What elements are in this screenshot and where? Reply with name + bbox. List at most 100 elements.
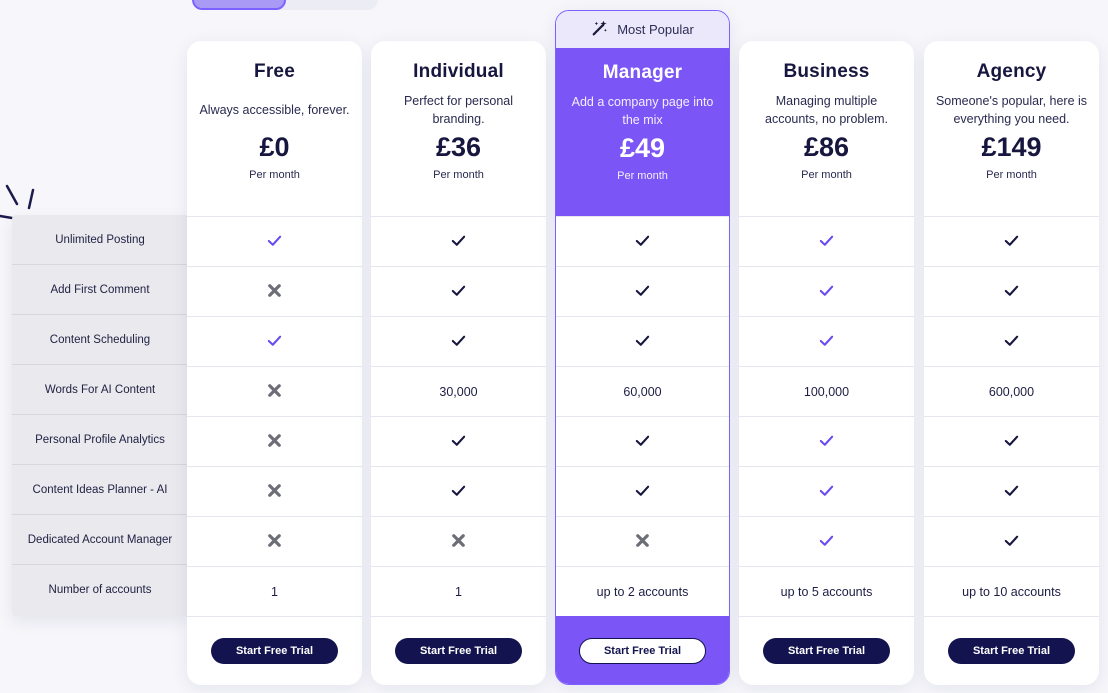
feature-value: up to 2 accounts [556,566,729,616]
plan-header: Agency Someone's popular, here is everyth… [924,41,1099,216]
check-icon [266,332,283,352]
check-icon [450,232,467,252]
feature-label: Unlimited Posting [12,215,188,265]
cross-icon [634,532,651,552]
magic-wand-icon [591,19,609,40]
feature-value [924,316,1099,366]
feature-value [556,516,729,566]
plan-price: £0 [259,132,290,162]
check-icon [818,532,835,552]
feature-value [924,466,1099,516]
check-icon [450,332,467,352]
feature-value: 1 [371,566,546,616]
check-icon [818,232,835,252]
check-icon [1003,532,1020,552]
plan-period: Per month [801,169,852,181]
plan-card-agency: Agency Someone's popular, here is everyth… [924,41,1099,685]
feature-value [187,316,362,366]
plan-name: Business [783,61,870,82]
feature-label: Number of accounts [48,584,152,596]
plan-period: Per month [617,170,668,182]
most-popular-label: Most Popular [617,22,694,37]
plan-name: Manager [602,62,683,83]
feature-value [371,266,546,316]
feature-label: Personal Profile Analytics [12,415,188,465]
feature-value [739,466,914,516]
feature-value [924,516,1099,566]
plan-description: Add a company page into the mix [571,95,714,127]
start-free-trial-button[interactable]: Start Free Trial [948,637,1075,664]
plan-card-individual: Individual Perfect for personal branding.… [371,41,546,685]
plan-card-manager: Most Popular Manager Add a company page in… [555,10,730,685]
feature-value [371,516,546,566]
check-icon [1003,282,1020,302]
plan-description: Someone's popular, here is everything yo… [935,94,1088,126]
feature-value: 600,000 [924,366,1099,416]
feature-value [924,216,1099,266]
feature-value [556,466,729,516]
feature-label: Add First Comment [12,265,188,315]
plan-header: Free Always accessible, forever. £0 Per mon… [187,41,362,216]
feature-value [187,516,362,566]
feature-value: 30,000 [371,366,546,416]
cross-icon [266,282,283,302]
feature-value [187,416,362,466]
plan-header: Manager Add a company page into the mix £4… [556,48,729,216]
feature-value [187,266,362,316]
plan-name: Free [254,61,295,82]
cross-icon [266,532,283,552]
plan-description: Managing multiple accounts, no problem. [765,94,888,126]
check-icon [818,432,835,452]
billing-toggle[interactable] [192,0,378,10]
feature-value [739,416,914,466]
check-icon [1003,432,1020,452]
start-free-trial-button[interactable]: Start Free Trial [395,637,522,664]
feature-value [556,216,729,266]
feature-value [556,416,729,466]
check-icon [634,332,651,352]
cross-icon [266,432,283,452]
plan-footer: Start Free Trial [924,616,1099,684]
start-free-trial-button[interactable]: Start Free Trial [211,637,338,664]
check-icon [634,432,651,452]
plan-period: Per month [433,169,484,181]
feature-value [371,416,546,466]
feature-value [739,216,914,266]
start-free-trial-button[interactable]: Start Free Trial [579,637,706,664]
check-icon [1003,232,1020,252]
check-icon [450,432,467,452]
plan-header: Business Managing multiple accounts, no p… [739,41,914,216]
feature-value: 100,000 [739,366,914,416]
plan-card-business: Business Managing multiple accounts, no p… [739,41,914,685]
feature-value: 1 [187,566,362,616]
plan-price: £86 [803,132,850,162]
plan-footer: Start Free Trial [371,616,546,684]
check-icon [818,482,835,502]
plan-price: £149 [981,132,1042,162]
feature-label: Content Ideas Planner - AI [12,465,188,515]
feature-value [371,466,546,516]
plan-price: £36 [435,132,482,162]
plan-card-free: Free Always accessible, forever. £0 Per mon… [187,41,362,685]
check-icon [818,282,835,302]
plan-header: Individual Perfect for personal branding.… [371,41,546,216]
feature-value [371,216,546,266]
feature-value [556,316,729,366]
feature-value: 60,000 [556,366,729,416]
feature-value [924,266,1099,316]
feature-value [739,516,914,566]
cross-icon [266,382,283,402]
cross-icon [450,532,467,552]
start-free-trial-button[interactable]: Start Free Trial [763,637,890,664]
plan-description: Always accessible, forever. [199,103,350,117]
check-icon [634,232,651,252]
plan-description: Perfect for personal branding. [403,94,514,126]
plan-footer: Start Free Trial [739,616,914,684]
check-icon [634,482,651,502]
plan-footer: Start Free Trial [187,616,362,684]
plan-footer: Start Free Trial [556,616,729,684]
feature-label: Words For AI Content [12,365,188,415]
check-icon [818,332,835,352]
plan-price: £49 [619,133,666,163]
billing-toggle-active[interactable] [192,0,286,10]
